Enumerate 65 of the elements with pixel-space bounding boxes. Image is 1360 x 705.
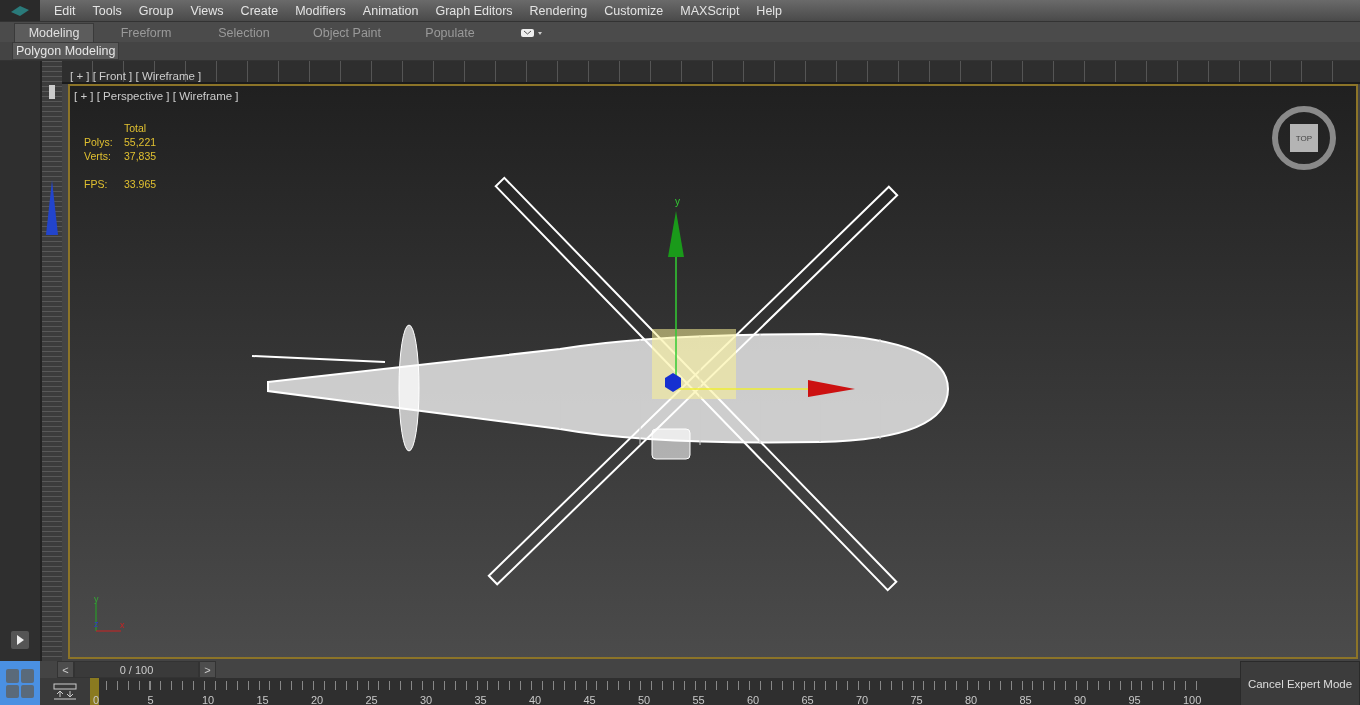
menu-item[interactable]: Tools	[92, 3, 139, 18]
menu-item[interactable]: Create	[240, 3, 296, 18]
menu-item[interactable]: Graph Editors	[435, 3, 530, 18]
axis-label: x	[120, 620, 125, 630]
menu-item[interactable]: MAXScript	[680, 3, 757, 18]
frame-number: 20	[311, 694, 325, 705]
ribbon-tab[interactable]: Populate	[404, 23, 496, 42]
axis-label: y	[675, 196, 680, 207]
stats-value: 33.965	[124, 178, 157, 190]
frame-number: 50	[638, 694, 652, 705]
previous-frame-button[interactable]: <	[57, 661, 74, 678]
axis-triad-icon	[95, 602, 122, 632]
axis-label: y	[94, 594, 99, 604]
view-cube[interactable]: TOP	[1272, 106, 1336, 170]
frame-number: 0	[93, 694, 101, 705]
panel-label[interactable]: Polygon Modeling	[12, 42, 120, 60]
menu-item[interactable]: Animation	[362, 3, 436, 18]
stats-value: 55,221	[124, 136, 157, 148]
menu-item[interactable]: Views	[190, 3, 241, 18]
menu-item[interactable]: Customize	[604, 3, 681, 18]
stats-label: FPS:	[84, 178, 109, 190]
curve-editor-icon[interactable]	[40, 678, 90, 705]
frame-number: 25	[365, 694, 379, 705]
stats-label: Verts:	[84, 150, 112, 162]
cancel-expert-mode-button[interactable]: Cancel Expert Mode	[1240, 661, 1360, 705]
frame-number: 100	[1183, 694, 1203, 705]
move-gizmo-drawing[interactable]	[665, 211, 855, 397]
viewport-label[interactable]: [ + ] [ Front ] [ Wireframe ]	[70, 70, 202, 82]
frame-number: 45	[583, 694, 597, 705]
frame-number: 10	[202, 694, 216, 705]
frame-number: 70	[856, 694, 870, 705]
menu-item[interactable]: Help	[756, 3, 800, 18]
frame-number: 55	[692, 694, 706, 705]
frame-number: 35	[474, 694, 488, 705]
perspective-viewport[interactable]: [ + ] [ Perspective ] [ Wireframe ] Total Polys: 55,221 Verts: 37,835 FPS: 33.965 TOP y y z x	[68, 84, 1358, 659]
frame-number: 90	[1074, 694, 1088, 705]
frame-number: 60	[747, 694, 761, 705]
ribbon-tab[interactable]: Selection	[198, 23, 290, 42]
frame-number: 15	[256, 694, 270, 705]
frame-number: 95	[1128, 694, 1142, 705]
app-logo-icon[interactable]	[0, 0, 40, 21]
menu-item[interactable]: Edit	[54, 3, 93, 18]
axis-label: z	[94, 619, 99, 629]
frame-number: 30	[420, 694, 434, 705]
stats-header: Total	[124, 122, 148, 134]
frame-number: 40	[529, 694, 543, 705]
stats-label: Polys:	[84, 136, 114, 148]
frame-number: 65	[801, 694, 815, 705]
frame-number: 80	[965, 694, 979, 705]
menu-item[interactable]: Group	[138, 3, 191, 18]
play-icon[interactable]	[11, 631, 29, 649]
ribbon-tab[interactable]: Object Paint	[301, 23, 393, 42]
menu-item[interactable]: Modifiers	[295, 3, 363, 18]
frame-number: 85	[1019, 694, 1033, 705]
ribbon-tab[interactable]: Modeling	[14, 23, 94, 42]
viewport-label[interactable]: [ + ] [ Perspective ] [ Wireframe ]	[74, 90, 239, 102]
frame-number: 75	[910, 694, 924, 705]
time-slider-thumb[interactable]: 0 / 100	[74, 661, 199, 678]
stats-value: 37,835	[124, 150, 157, 162]
ribbon-tab[interactable]: Freeform	[106, 23, 186, 42]
frame-number: 5	[147, 694, 155, 705]
track-bar[interactable]: 0 5 10 15 20 25 30 35 40 45 50 55 60 65 70 75 80 85 90 95 100	[90, 678, 1200, 705]
view-cube-face[interactable]: TOP	[1290, 124, 1318, 152]
next-frame-button[interactable]: >	[199, 661, 216, 678]
menu-item[interactable]: Rendering	[529, 3, 605, 18]
